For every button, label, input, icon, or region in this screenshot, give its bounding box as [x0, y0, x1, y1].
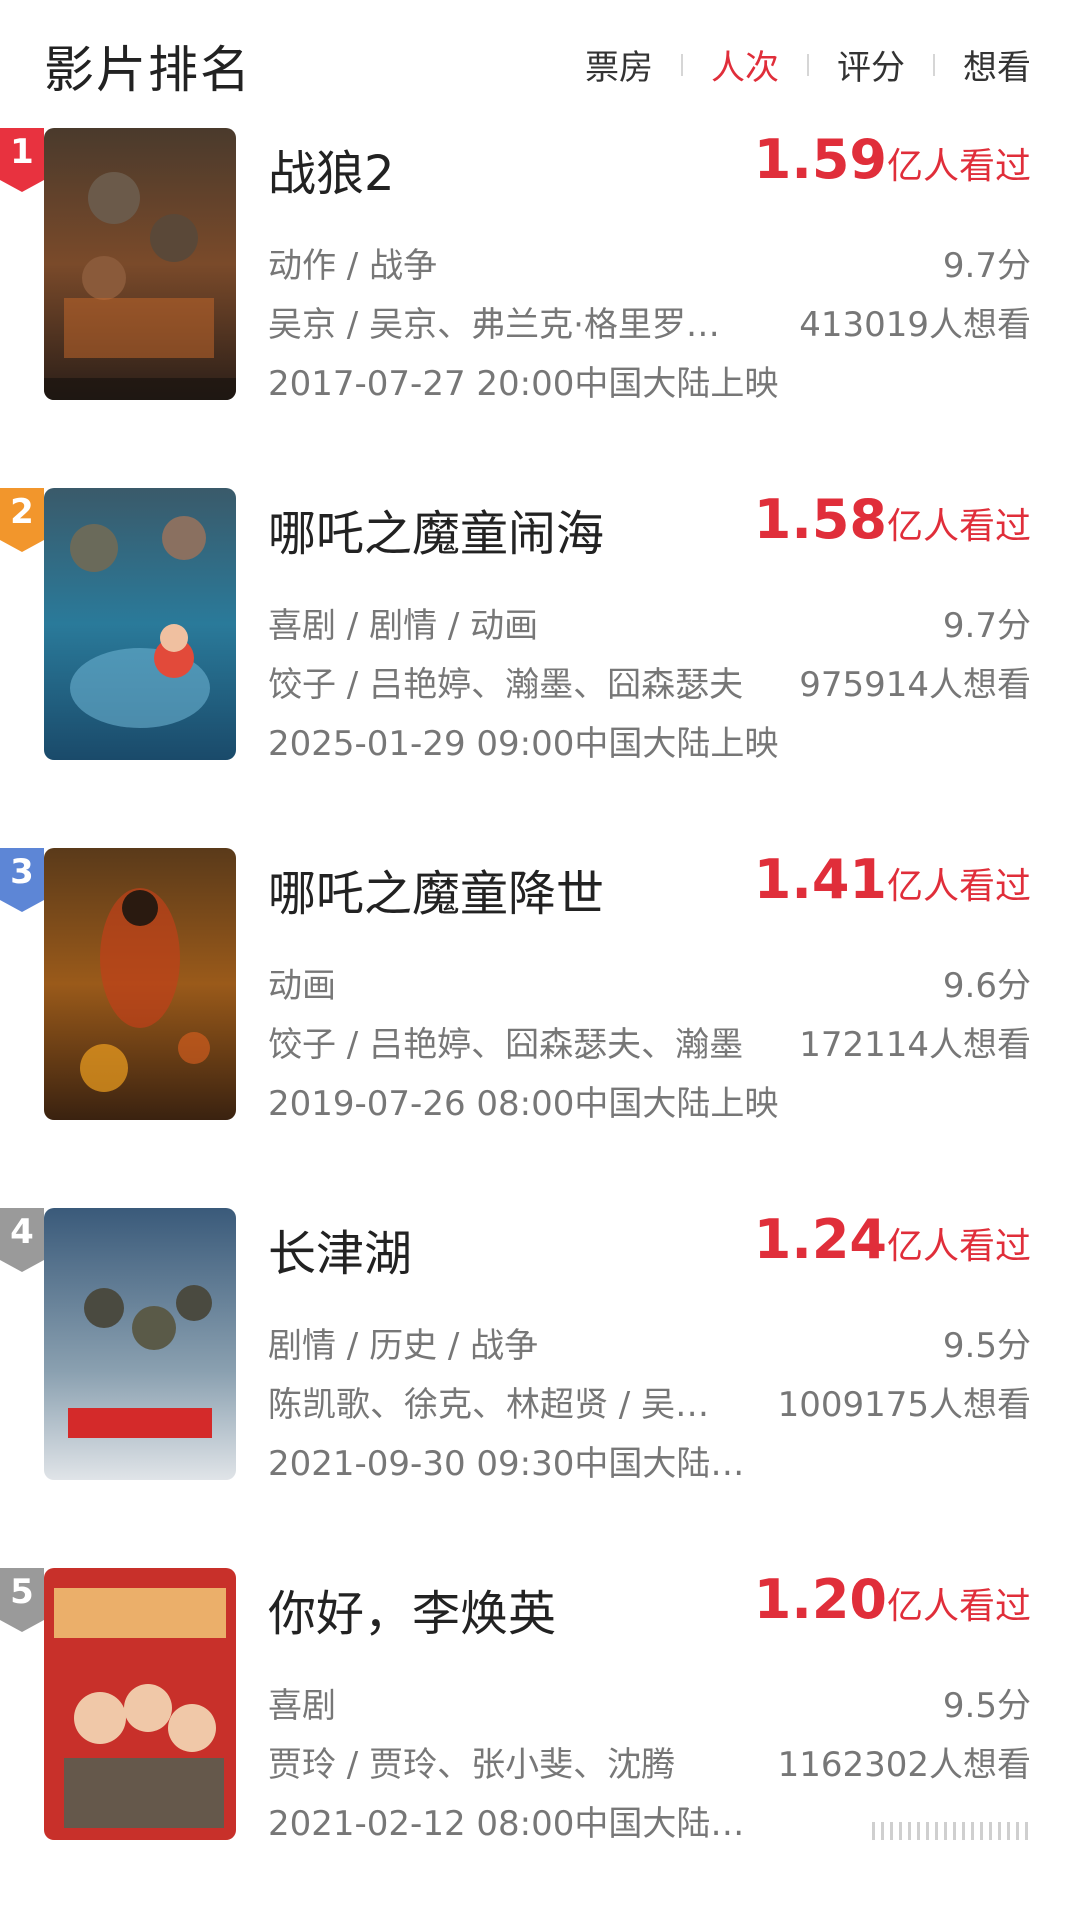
- viewer-count-number: 1.59: [753, 128, 887, 191]
- want-to-see-count: 975914人想看: [799, 665, 1031, 705]
- movie-score: 9.6分: [942, 966, 1031, 1006]
- movie-title[interactable]: 哪吒之魔童闹海: [268, 494, 604, 564]
- viewer-count: 1.59亿人看过: [754, 128, 1031, 191]
- viewer-count-number: 1.20: [753, 1568, 887, 1631]
- viewer-count-unit: 亿人看过: [886, 506, 1031, 547]
- movie-title[interactable]: 战狼2: [268, 134, 395, 204]
- tab-want-to-see[interactable]: 想看: [963, 40, 1031, 89]
- sort-tabs: 票房 人次 评分 想看: [585, 40, 1031, 89]
- rank-badge: 3: [0, 848, 44, 912]
- viewer-count: 1.58亿人看过: [754, 488, 1031, 551]
- viewer-count-number: 1.58: [753, 488, 887, 551]
- movie-release-date: 2019-07-26 08:00中国大陆上映: [268, 1084, 779, 1124]
- movie-poster[interactable]: [44, 1568, 236, 1840]
- viewer-count-unit: 亿人看过: [886, 1226, 1031, 1267]
- movie-poster[interactable]: [44, 488, 236, 760]
- movie-release-date: 2017-07-27 20:00中国大陆上映: [268, 364, 779, 404]
- movie-genre: 喜剧 / 剧情 / 动画: [268, 606, 539, 646]
- movie-title[interactable]: 哪吒之魔童降世: [268, 854, 604, 924]
- movie-credits: 陈凯歌、徐克、林超贤 / 吴…: [268, 1385, 710, 1425]
- movie-release-date: 2021-09-30 09:30中国大陆…: [268, 1444, 745, 1484]
- viewer-count: 1.20亿人看过: [754, 1568, 1031, 1631]
- scroll-indicator: [872, 1821, 1062, 1841]
- movie-score: 9.7分: [942, 246, 1031, 286]
- movie-credits: 吴京 / 吴京、弗兰克·格里罗…: [268, 305, 720, 345]
- rank-badge: 5: [0, 1568, 44, 1632]
- movie-credits: 饺子 / 吕艳婷、瀚墨、囧森瑟夫: [268, 665, 744, 705]
- movie-poster[interactable]: [44, 128, 236, 400]
- rank-number: 2: [10, 492, 34, 532]
- movie-list-item[interactable]: 2 哪吒之魔童闹海 1.58亿人看过 喜剧 / 剧情 / 动画 饺子 / 吕艳婷…: [0, 488, 1079, 848]
- movie-score: 9.5分: [942, 1326, 1031, 1366]
- viewer-count: 1.41亿人看过: [754, 848, 1031, 911]
- viewer-count-number: 1.24: [753, 1208, 887, 1271]
- movie-genre: 喜剧: [268, 1686, 336, 1726]
- want-to-see-count: 1162302人想看: [777, 1745, 1031, 1785]
- movie-release-date: 2021-02-12 08:00中国大陆…: [268, 1804, 745, 1844]
- movie-title[interactable]: 你好，李焕英: [268, 1574, 556, 1644]
- viewer-count-unit: 亿人看过: [886, 1586, 1031, 1627]
- tab-divider: [933, 53, 935, 76]
- want-to-see-count: 413019人想看: [799, 305, 1031, 345]
- rank-number: 4: [10, 1212, 34, 1252]
- tab-divider: [807, 53, 809, 76]
- page-title: 影片排名: [44, 41, 252, 99]
- viewer-count-unit: 亿人看过: [886, 146, 1031, 187]
- movie-genre: 动作 / 战争: [268, 246, 438, 286]
- want-to-see-count: 1009175人想看: [777, 1385, 1031, 1425]
- movie-list-item[interactable]: 4 长津湖 1.24亿人看过 剧情 / 历史 / 战争 陈凯歌、徐克、林超贤 /…: [0, 1208, 1079, 1568]
- viewer-count: 1.24亿人看过: [754, 1208, 1031, 1271]
- viewer-count-number: 1.41: [753, 848, 887, 911]
- viewer-count-unit: 亿人看过: [886, 866, 1031, 907]
- movie-list-item[interactable]: 1 战狼2 1.59亿人看过 动作 / 战争 吴京 / 吴京、弗兰克·格里罗… …: [0, 128, 1079, 488]
- tab-rating[interactable]: 评分: [837, 40, 905, 89]
- movie-release-date: 2025-01-29 09:00中国大陆上映: [268, 724, 779, 764]
- tab-viewers[interactable]: 人次: [711, 40, 779, 89]
- rank-number: 1: [10, 132, 34, 172]
- tab-divider: [681, 53, 683, 76]
- movie-list-item[interactable]: 3 哪吒之魔童降世 1.41亿人看过 动画 饺子 / 吕艳婷、囧森瑟夫、瀚墨 2…: [0, 848, 1079, 1208]
- rank-badge: 1: [0, 128, 44, 192]
- movie-score: 9.5分: [942, 1686, 1031, 1726]
- movie-poster[interactable]: [44, 1208, 236, 1480]
- rank-badge: 4: [0, 1208, 44, 1272]
- movie-title[interactable]: 长津湖: [268, 1214, 412, 1284]
- want-to-see-count: 172114人想看: [799, 1025, 1031, 1065]
- movie-genre: 动画: [268, 966, 336, 1006]
- movie-credits: 贾玲 / 贾玲、张小斐、沈腾: [268, 1745, 676, 1785]
- movie-credits: 饺子 / 吕艳婷、囧森瑟夫、瀚墨: [268, 1025, 744, 1065]
- header: 影片排名 票房 人次 评分 想看: [0, 0, 1079, 120]
- rank-number: 3: [10, 852, 34, 892]
- movie-ranking-list: 1 战狼2 1.59亿人看过 动作 / 战争 吴京 / 吴京、弗兰克·格里罗… …: [0, 128, 1079, 1928]
- rank-badge: 2: [0, 488, 44, 552]
- movie-poster[interactable]: [44, 848, 236, 1120]
- movie-list-item[interactable]: 5 你好，李焕英 1.20亿人看过 喜剧 贾玲 / 贾玲、张小斐、沈腾 2021…: [0, 1568, 1079, 1928]
- movie-score: 9.7分: [942, 606, 1031, 646]
- rank-number: 5: [10, 1572, 34, 1612]
- tab-box-office[interactable]: 票房: [585, 40, 653, 89]
- movie-genre: 剧情 / 历史 / 战争: [268, 1326, 539, 1366]
